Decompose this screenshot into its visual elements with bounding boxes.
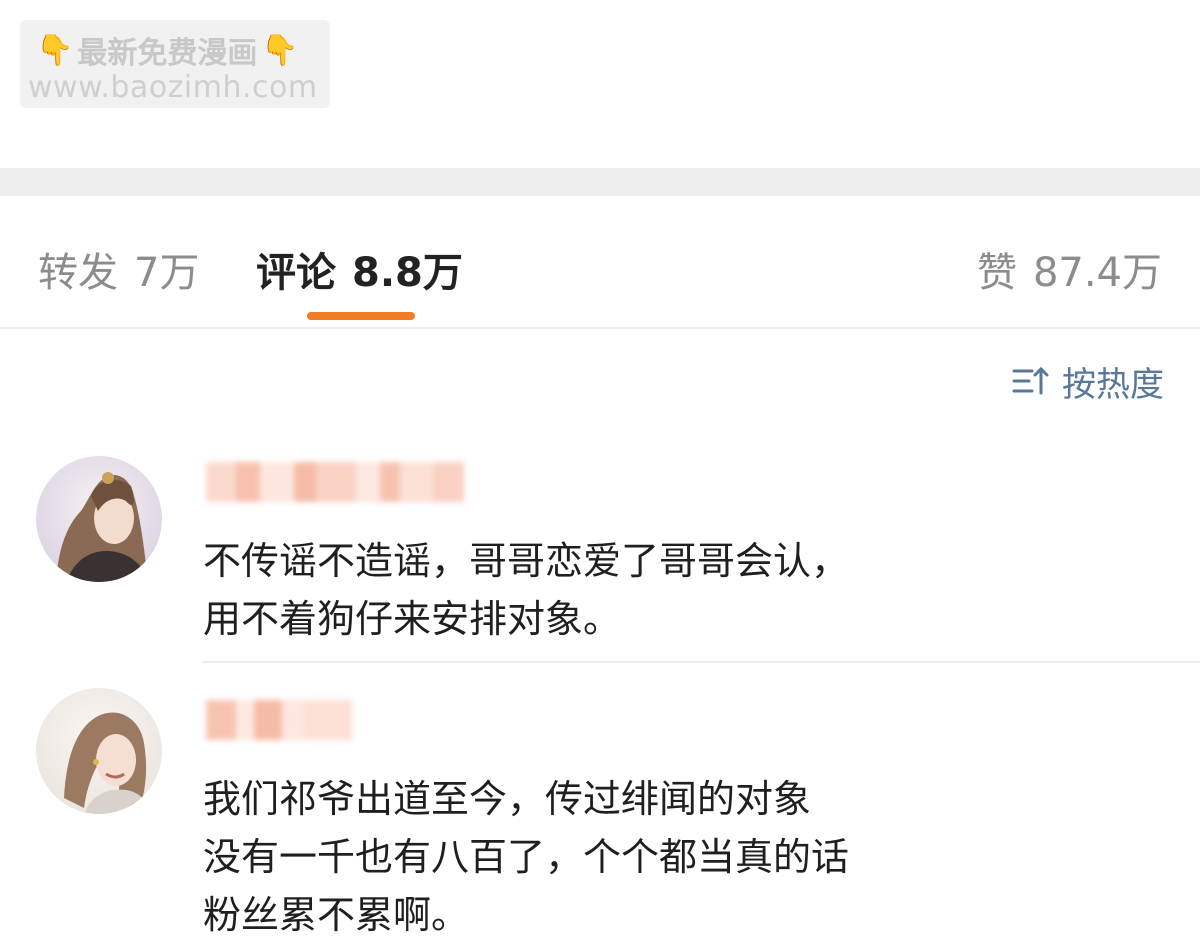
comment-line: 我们祁爷出道至今，传过绯闻的对象 [203,777,812,821]
page: 👇 最新免费漫画 👇 www.baozimh.com 转发 7万 评论 8.8万… [0,0,1200,937]
sort-icon [1012,366,1049,395]
comment-line: 用不着狗仔来安排对象。 [203,597,622,641]
tab-like-label: 赞 [976,250,1017,296]
comment-line: 没有一千也有八百了，个个都当真的话 [203,835,850,879]
sort-button[interactable]: 按热度 [1010,356,1164,406]
watermark-url: www.baozimh.com [28,70,318,105]
tab-repost-count: 7万 [134,250,200,296]
avatar[interactable] [36,456,162,582]
comment-line: 粉丝累不累啊。 [203,893,470,937]
sort-label: 按热度 [1062,364,1164,405]
tab-like-count: 87.4万 [1032,250,1162,296]
section-separator [0,168,1200,196]
pointing-down-hand-icon: 👇 [36,32,74,68]
active-tab-indicator [307,312,415,320]
comment-line: 不传谣不造谣，哥哥恋爱了哥哥会认， [203,539,850,583]
tab-repost-label: 转发 [38,250,118,296]
username-redacted[interactable] [206,462,464,502]
avatar[interactable] [36,688,162,814]
watermark: 👇 最新免费漫画 👇 www.baozimh.com [20,20,330,108]
watermark-title: 最新免费漫画 [77,36,258,71]
tab-bar: 转发 7万 评论 8.8万 赞 87.4万 [0,196,1200,328]
tab-comment-count: 8.8万 [352,250,463,296]
tab-repost[interactable]: 转发 7万 [38,240,199,298]
tab-divider [0,327,1200,329]
username-redacted[interactable] [206,700,352,740]
comment-text: 不传谣不造谣，哥哥恋爱了哥哥会认， 用不着狗仔来安排对象。 [203,532,849,648]
comment-text: 我们祁爷出道至今，传过绯闻的对象 没有一千也有八百了，个个都当真的话 粉丝累不累… [203,770,849,937]
tab-comment[interactable]: 评论 8.8万 [256,240,463,298]
pointing-down-hand-icon: 👇 [261,32,299,68]
watermark-title-row: 👇 最新免费漫画 👇 [36,30,299,72]
comment-divider [202,661,1200,663]
tab-like[interactable]: 赞 87.4万 [977,240,1162,298]
tab-comment-label: 评论 [256,250,336,296]
